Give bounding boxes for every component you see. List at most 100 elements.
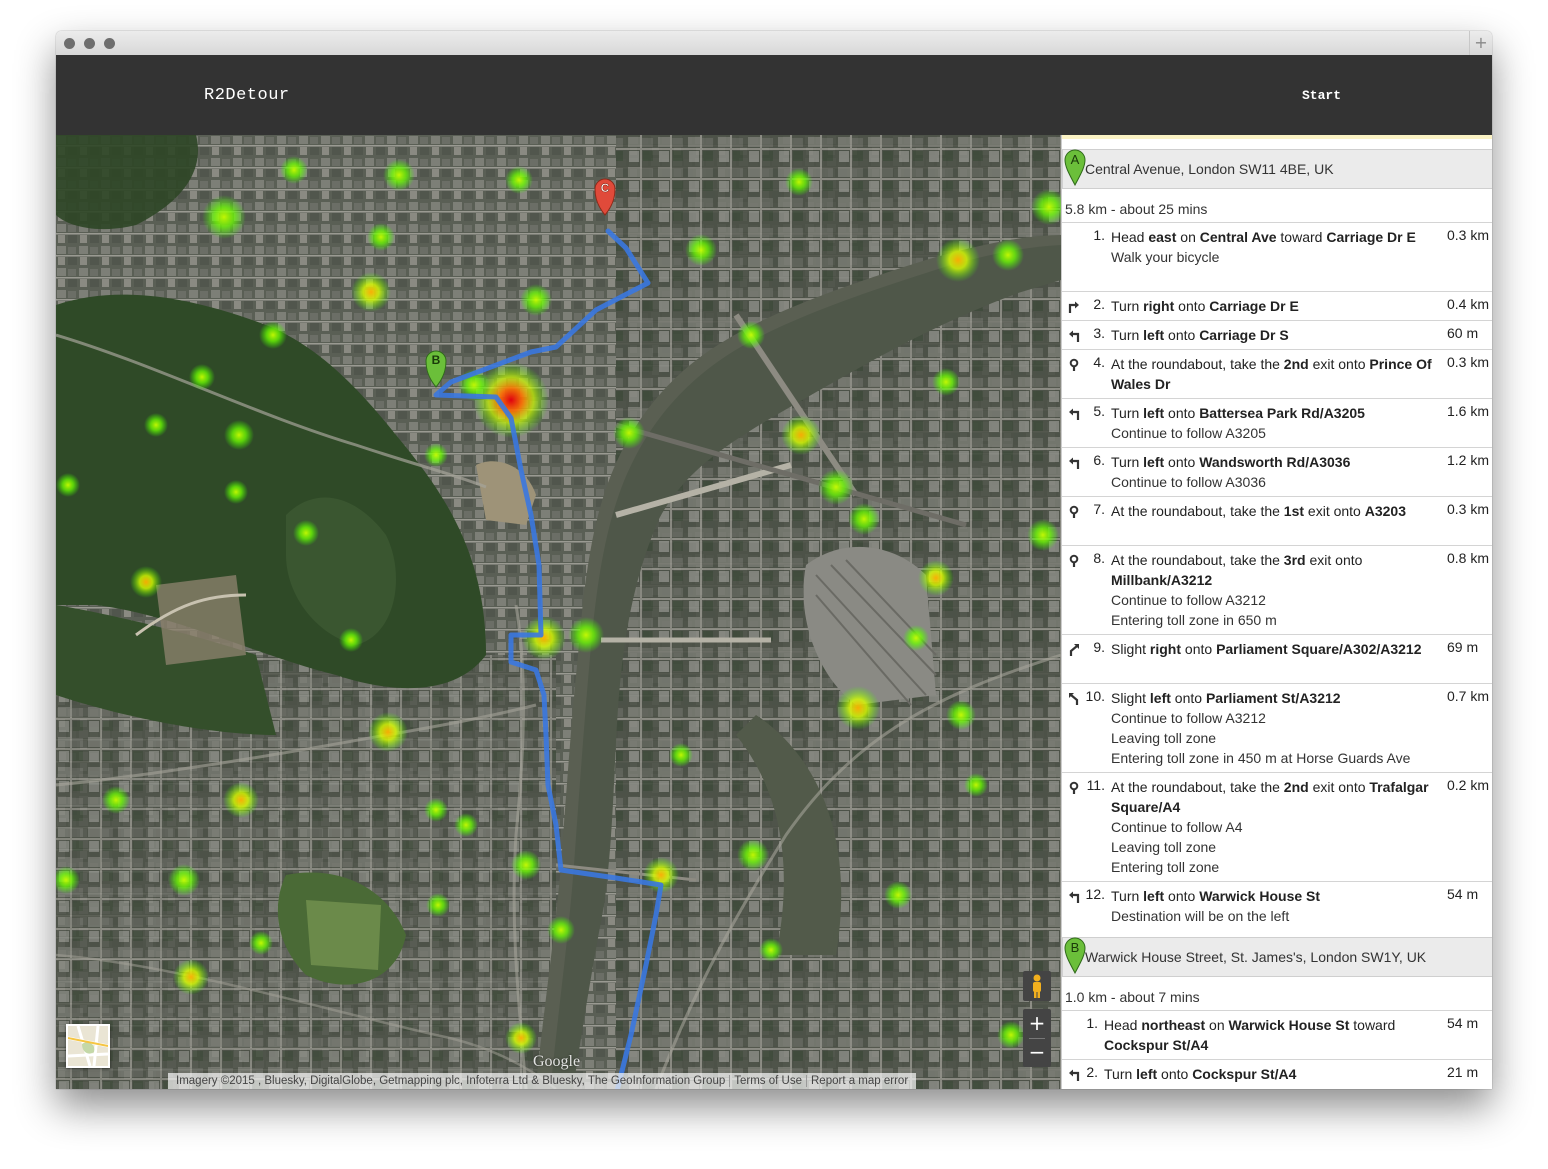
direction-step[interactable]: 11. At the roundabout, take the 2nd exit …: [1062, 772, 1492, 882]
step-note: Leaving toll zone: [1111, 839, 1217, 855]
direction-step[interactable]: 7. At the roundabout, take the 1st exit o…: [1062, 496, 1492, 546]
zoom-in-button[interactable]: +: [1023, 1009, 1051, 1037]
step-distance: 54 m: [1447, 886, 1479, 902]
slight-right-icon: [1067, 643, 1081, 657]
step-note: Leaving toll zone: [1111, 730, 1217, 746]
brand-link[interactable]: R2Detour: [204, 86, 290, 105]
step-number: 2.: [1086, 1064, 1098, 1080]
step-number: 11.: [1086, 777, 1105, 793]
step-instruction: Slight right onto Parliament Square/A302…: [1111, 641, 1422, 657]
turn-right-icon: [1067, 300, 1081, 314]
step-note: Walk your bicycle: [1111, 249, 1220, 265]
terms-of-use-link[interactable]: Terms of Use: [729, 1075, 806, 1087]
direction-step[interactable]: 5. Turn left onto Battersea Park Rd/A3205…: [1062, 398, 1492, 448]
step-number: 10.: [1085, 688, 1105, 704]
step-number: 8.: [1093, 550, 1105, 566]
leg-a-address[interactable]: A Central Avenue, London SW11 4BE, UK: [1062, 149, 1492, 189]
directions-panel: A Central Avenue, London SW11 4BE, UK 5.8 …: [1061, 135, 1492, 1089]
map-type-toggle[interactable]: [66, 1024, 110, 1068]
address-text: Central Avenue, London SW11 4BE, UK: [1085, 161, 1334, 177]
leg-b-address[interactable]: B Warwick House Street, St. James's, Lond…: [1062, 937, 1492, 977]
step-number: 6.: [1093, 452, 1105, 468]
svg-text:A: A: [1071, 152, 1080, 167]
step-note: Leaving toll zone: [1104, 1084, 1439, 1089]
direction-step[interactable]: 8. At the roundabout, take the 3rd exit o…: [1062, 545, 1492, 635]
roundabout-icon: [1067, 358, 1081, 372]
step-distance: 1.2 km: [1447, 452, 1490, 468]
step-note: Continue to follow A3212: [1111, 710, 1266, 726]
svg-text:C: C: [601, 181, 610, 195]
step-note: Entering toll zone in 450 m at Horse Gua…: [1111, 750, 1411, 766]
new-tab-button[interactable]: +: [1469, 31, 1492, 55]
maximize-window-button[interactable]: [104, 38, 115, 49]
google-logo: Google: [533, 1053, 581, 1070]
step-instruction: At the roundabout, take the 3rd exit ont…: [1111, 550, 1441, 630]
step-distance: 0.8 km: [1447, 550, 1490, 566]
leg-summary: 1.0 km - about 7 mins: [1065, 989, 1200, 1005]
step-note: Entering toll zone: [1111, 859, 1220, 875]
street-view-pegman-icon[interactable]: [1023, 971, 1051, 1001]
window-titlebar: +: [56, 31, 1492, 56]
step-instruction: Turn left onto Warwick House St Destinati…: [1111, 886, 1441, 926]
turn-left-icon: [1067, 407, 1081, 421]
step-number: 1.: [1086, 1015, 1098, 1031]
direction-step[interactable]: 4. At the roundabout, take the 2nd exit o…: [1062, 349, 1492, 399]
roadmap-thumbnail-icon: [67, 1025, 109, 1067]
step-distance: 0.3 km: [1447, 354, 1490, 370]
step-note: Destination will be on the left: [1111, 908, 1290, 924]
roundabout-icon: [1067, 554, 1081, 568]
direction-step[interactable]: 9. Slight right onto Parliament Square/A3…: [1062, 634, 1492, 684]
close-window-button[interactable]: [64, 38, 75, 49]
svg-text:B: B: [1071, 940, 1080, 955]
step-distance: 0.4 km: [1447, 296, 1490, 312]
step-note: Continue to follow A3205: [1111, 425, 1266, 441]
direction-step[interactable]: 2. Turn left onto Cockspur St/A4Leaving t…: [1062, 1059, 1492, 1089]
step-distance: 21 m: [1447, 1064, 1479, 1080]
svg-text:B: B: [432, 353, 441, 367]
direction-step[interactable]: 12. Turn left onto Warwick House St Destin…: [1062, 881, 1492, 931]
step-distance: 0.7 km: [1447, 688, 1490, 704]
step-number: 7.: [1093, 501, 1105, 517]
direction-step[interactable]: 1. Head northeast on Warwick House St tow…: [1062, 1010, 1492, 1060]
marker-b-pin-icon: B: [1064, 936, 1086, 977]
step-number: 2.: [1093, 296, 1105, 312]
leg-summary: 5.8 km - about 25 mins: [1065, 201, 1208, 217]
step-number: 1.: [1093, 227, 1105, 243]
report-map-error-link[interactable]: Report a map error: [806, 1075, 913, 1087]
step-instruction: Turn left onto Wandsworth Rd/A3036 Contin…: [1111, 452, 1441, 492]
minimize-window-button[interactable]: [84, 38, 95, 49]
step-instruction: At the roundabout, take the 2nd exit ont…: [1111, 356, 1432, 392]
step-number: 4.: [1093, 354, 1105, 370]
direction-step[interactable]: 1. Head east on Central Ave toward Carria…: [1062, 222, 1492, 292]
step-number: 5.: [1093, 403, 1105, 419]
imagery-attribution: Imagery ©2015 , Bluesky, DigitalGlobe, G…: [176, 1075, 726, 1087]
direction-step[interactable]: 6. Turn left onto Wandsworth Rd/A3036 Cont…: [1062, 447, 1492, 497]
direction-step[interactable]: 2. Turn right onto Carriage Dr E 0.4 km: [1062, 291, 1492, 321]
turn-left-icon: [1067, 890, 1081, 904]
step-note: Continue to follow A4: [1111, 819, 1243, 835]
step-instruction: Turn right onto Carriage Dr E: [1111, 298, 1299, 314]
step-distance: 0.3 km: [1447, 501, 1490, 517]
step-number: 3.: [1093, 325, 1105, 341]
step-instruction: Turn left onto Carriage Dr S: [1111, 327, 1289, 343]
slight-left-icon: [1067, 692, 1081, 706]
turn-left-icon: [1067, 456, 1081, 470]
step-instruction: At the roundabout, take the 1st exit ont…: [1111, 503, 1406, 519]
step-instruction: Head northeast on Warwick House St towar…: [1104, 1017, 1396, 1053]
direction-step[interactable]: 3. Turn left onto Carriage Dr S 60 m: [1062, 320, 1492, 350]
start-nav-link[interactable]: Start: [1302, 88, 1341, 103]
step-distance: 0.2 km: [1447, 777, 1490, 793]
marker-a-pin-icon: A: [1064, 148, 1086, 189]
step-instruction: Turn left onto Battersea Park Rd/A3205 Co…: [1111, 403, 1441, 443]
zoom-out-button[interactable]: −: [1023, 1038, 1051, 1066]
step-distance: 0.3 km: [1447, 227, 1490, 243]
map-attribution: Imagery ©2015 , Bluesky, DigitalGlobe, G…: [168, 1073, 917, 1089]
direction-step[interactable]: 10. Slight left onto Parliament St/A3212 C…: [1062, 683, 1492, 773]
step-distance: 60 m: [1447, 325, 1479, 341]
step-distance: 1.6 km: [1447, 403, 1490, 419]
satellite-imagery: C B: [56, 135, 1061, 1089]
map-canvas[interactable]: C B Google + − Imagery ©2015 , Bluesky, …: [56, 135, 1061, 1089]
address-text: Warwick House Street, St. James's, Londo…: [1085, 949, 1427, 965]
roundabout-icon: [1067, 781, 1081, 795]
step-number: 9.: [1093, 639, 1105, 655]
